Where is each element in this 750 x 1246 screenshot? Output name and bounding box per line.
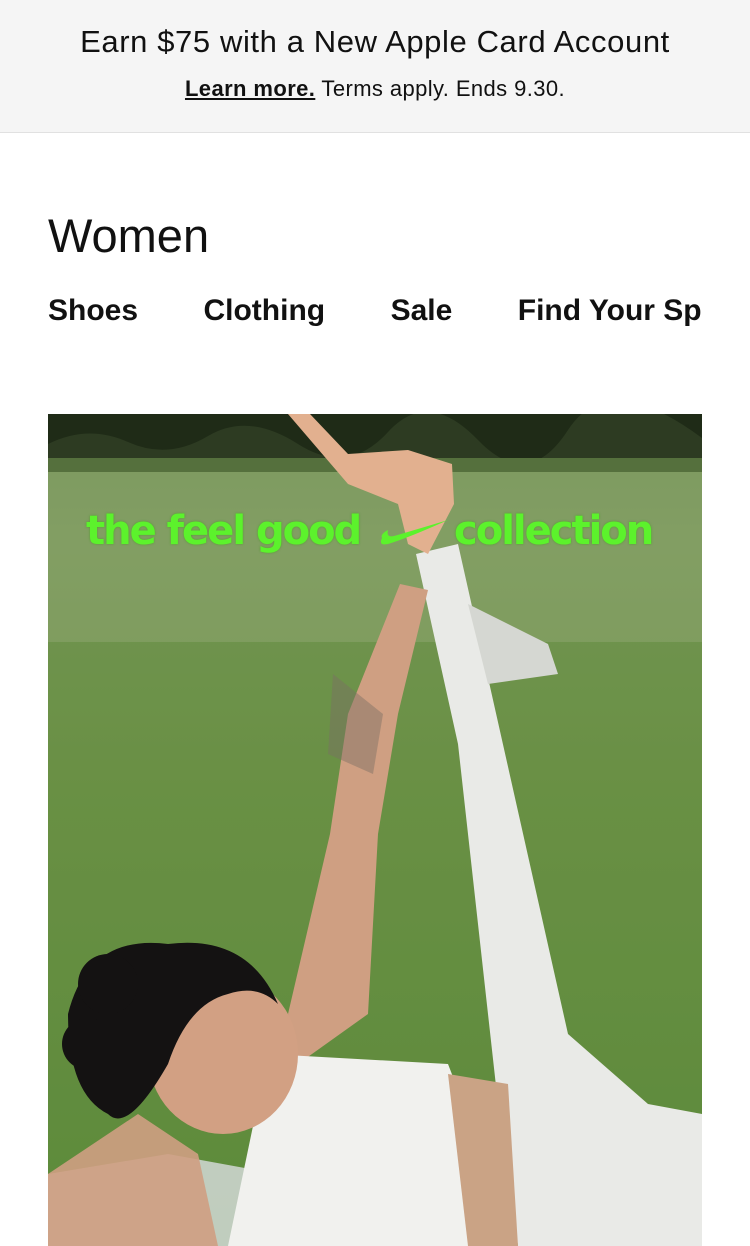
promo-title: Earn $75 with a New Apple Card Account <box>80 24 670 59</box>
hero-tagline: the feel good collection <box>48 502 702 562</box>
swoosh-icon <box>380 520 448 545</box>
hero-tagline-right: collection <box>454 508 654 554</box>
hero-banner[interactable]: the feel good collection <box>48 414 702 1246</box>
category-subnav: Shoes Clothing Sale Find Your Sp <box>48 294 702 338</box>
subnav-item-shoes[interactable]: Shoes <box>48 294 138 328</box>
hero-tagline-left: the feel good <box>86 508 362 554</box>
subnav-item-find-your-sport[interactable]: Find Your Sp <box>518 294 702 328</box>
subnav-item-clothing[interactable]: Clothing <box>203 294 325 328</box>
page-title: Women <box>48 209 210 262</box>
subnav-item-sale[interactable]: Sale <box>391 294 453 328</box>
promo-subtext: Learn more. Terms apply. Ends 9.30. <box>0 76 750 102</box>
promo-banner: Earn $75 with a New Apple Card Account L… <box>0 0 750 133</box>
learn-more-link[interactable]: Learn more. <box>185 76 315 101</box>
promo-terms: Terms apply. Ends 9.30. <box>315 76 566 101</box>
